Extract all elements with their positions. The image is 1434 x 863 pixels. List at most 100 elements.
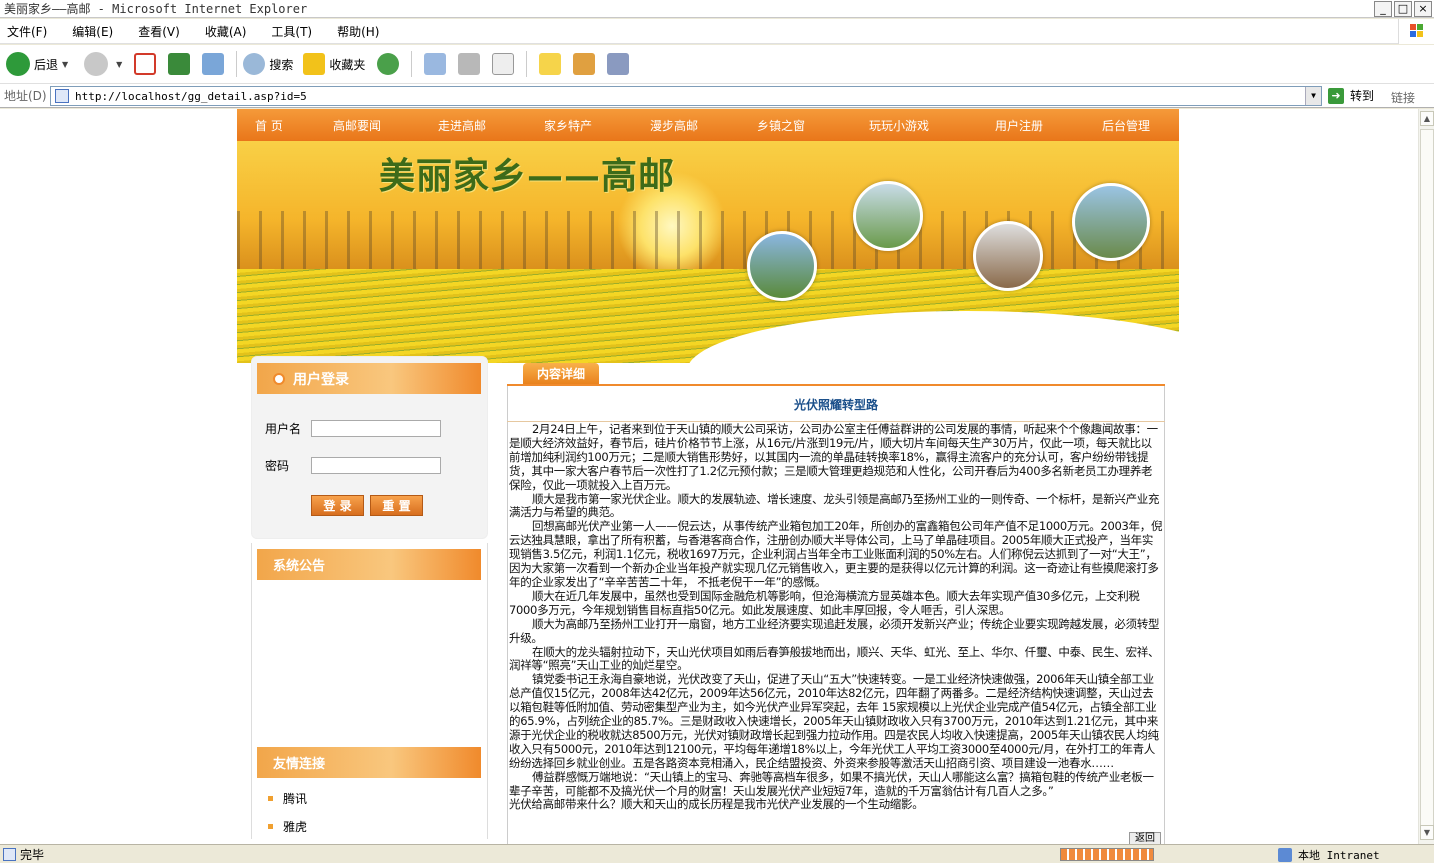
go-arrow-icon: ➜ [1328,87,1344,104]
content-tab[interactable]: 内容详细 [523,363,599,385]
menu-bar: 文件(F) 编辑(E) 查看(V) 收藏(A) 工具(T) 帮助(H) [0,19,1434,44]
article-paragraph: 2月24日上午，记者来到位于天山镇的顺大公司采访，公司办公室主任傅益群讲的公司发… [509,422,1158,492]
link-item[interactable]: 雅虎 [268,818,307,835]
nav-products[interactable]: 家乡特产 [544,117,592,134]
address-url: http://localhost/gg_detail.asp?id=5 [75,89,307,103]
close-button[interactable]: × [1414,1,1432,17]
mail-icon[interactable] [424,53,447,75]
bullet-icon [268,824,273,829]
link-item[interactable]: 腾讯 [268,790,307,807]
link-label: 雅虎 [283,820,308,834]
page-icon [55,89,69,103]
progress-bar [1060,848,1154,861]
menu-view[interactable]: 查看(V) [138,23,180,40]
history-icon[interactable] [377,53,400,75]
window-title-bar: 美丽家乡——高邮 - Microsoft Internet Explorer _… [0,0,1434,18]
nav-register[interactable]: 用户注册 [995,117,1043,134]
page-icon [3,848,16,861]
login-heading-text: 用户登录 [293,371,349,388]
article-paragraph: 顺大在近几年发展中，虽然也受到国际金融危机等影响，但沧海横流方显英雄本色。顺大去… [509,588,1140,617]
login-heading: 用户登录 [257,363,481,394]
research-icon[interactable] [573,53,596,75]
username-input[interactable] [311,420,441,437]
article-title: 光伏照耀转型路 [793,398,878,412]
window-title: 美丽家乡——高邮 - Microsoft Internet Explorer [4,2,308,16]
banner-photo [853,181,923,251]
home-icon[interactable] [202,53,225,75]
windows-logo-icon [1398,19,1434,44]
toolbar-separator [236,51,238,77]
nav-news[interactable]: 高邮要闻 [333,117,381,134]
link-label: 腾讯 [283,792,308,806]
password-input[interactable] [311,457,441,474]
article-paragraph: 回想高邮光伏产业第一人——倪云达，从事传统产业箱包加工20年，所创办的富鑫箱包公… [509,519,1163,589]
toolbar: 后退 ▼ ▼ 搜索 收藏夹 [0,45,1434,84]
address-label: 地址(D) [4,89,47,103]
toolbar-separator [411,51,413,77]
menu-file[interactable]: 文件(F) [7,23,47,40]
go-button[interactable]: ➜ 转到 [1328,87,1374,104]
bullet-icon [273,372,285,385]
address-bar: 地址(D) http://localhost/gg_detail.asp?id=… [0,84,1434,108]
nav-towns[interactable]: 乡镇之窗 [757,117,805,134]
vertical-scrollbar[interactable]: ▲ ▼ [1418,109,1434,844]
reset-button[interactable]: 重 置 [370,495,423,516]
star-icon [303,53,326,75]
notice-heading: 系统公告 [257,549,481,580]
address-input[interactable]: http://localhost/gg_detail.asp?id=5 ▼ [50,86,1322,106]
scroll-thumb[interactable] [1420,129,1434,829]
search-icon [243,53,266,75]
login-button[interactable]: 登 录 [311,495,364,516]
edit-icon[interactable] [492,53,515,75]
back-button[interactable]: 后退 ▼ [6,49,68,79]
forward-arrow-icon [84,52,109,76]
nav-stroll[interactable]: 漫步高邮 [650,117,698,134]
article-paragraph: 在顺大的龙头辐射拉动下，天山光伏项目如雨后春笋般拔地而出，顺兴、天华、虹光、至上… [509,644,1160,673]
maximize-button[interactable]: □ [1394,1,1412,17]
zone-label: 本地 Intranet [1298,849,1380,862]
menu-favorites[interactable]: 收藏(A) [205,23,247,40]
go-label: 转到 [1350,89,1375,103]
back-label: 后退 [34,57,59,72]
banner-photo [747,231,817,301]
article-paragraph: 顺大为高邮乃至扬州工业打开一扇窗，地方工业经济要实现追赶发展，必须开发新兴产业；… [509,616,1160,645]
print-icon[interactable] [458,53,481,75]
minimize-button[interactable]: _ [1374,1,1392,17]
chevron-down-icon[interactable]: ▼ [1305,87,1321,105]
stop-icon[interactable] [134,53,157,75]
messenger-icon[interactable] [607,53,630,75]
chevron-down-icon[interactable]: ▼ [62,60,68,69]
article-body: 2月24日上午，记者来到位于天山镇的顺大公司采访，公司办公室主任傅益群讲的公司发… [509,422,1163,812]
article-paragraph: 顺大是我市第一家光伏企业。顺大的发展轨迹、增长速度、龙头引领是高邮乃至扬州工业的… [509,491,1160,520]
menu-edit[interactable]: 编辑(E) [72,23,113,40]
nav-home[interactable]: 首 页 [255,117,283,134]
banner-title: 美丽家乡——高邮 [379,155,676,197]
banner-photo [1072,183,1150,261]
back-arrow-icon [6,52,30,76]
links-heading: 友情连接 [257,747,481,778]
menu-help[interactable]: 帮助(H) [337,23,379,40]
search-button[interactable]: 搜索 [243,49,293,79]
search-label: 搜索 [269,57,294,72]
article-paragraph: 光伏给高邮带来什么？顺大和天山的成长历程是我市光伏产业发展的一个生动缩影。 [509,797,924,812]
nav-admin[interactable]: 后台管理 [1102,117,1150,134]
banner-photo [973,221,1043,291]
forward-button[interactable]: ▼ [74,49,122,79]
nav-games[interactable]: 玩玩小游戏 [869,117,929,134]
return-button[interactable]: 返回 [1129,832,1161,844]
toolbar-separator [526,51,528,77]
article-paragraph: 傅益群感慨万端地说：“天山镇上的宝马、奔驰等高档车很多，如果不搞光伏，天山人哪能… [509,769,1154,798]
refresh-icon[interactable] [168,53,191,75]
links-button[interactable]: 链接 [1391,89,1415,106]
chevron-down-icon[interactable]: ▼ [116,60,122,69]
favorites-button[interactable]: 收藏夹 [299,49,365,79]
scroll-down-icon[interactable]: ▼ [1420,825,1434,840]
site-nav: 首 页 高邮要闻 走进高邮 家乡特产 漫步高邮 乡镇之窗 玩玩小游戏 用户注册 … [237,109,1179,141]
site-banner: 美丽家乡——高邮 [237,141,1179,363]
scroll-up-icon[interactable]: ▲ [1420,111,1434,126]
nav-about[interactable]: 走进高邮 [438,117,486,134]
note-icon[interactable] [539,53,562,75]
bullet-icon [268,796,273,801]
username-label: 用户名 [265,422,302,436]
menu-tools[interactable]: 工具(T) [271,23,312,40]
